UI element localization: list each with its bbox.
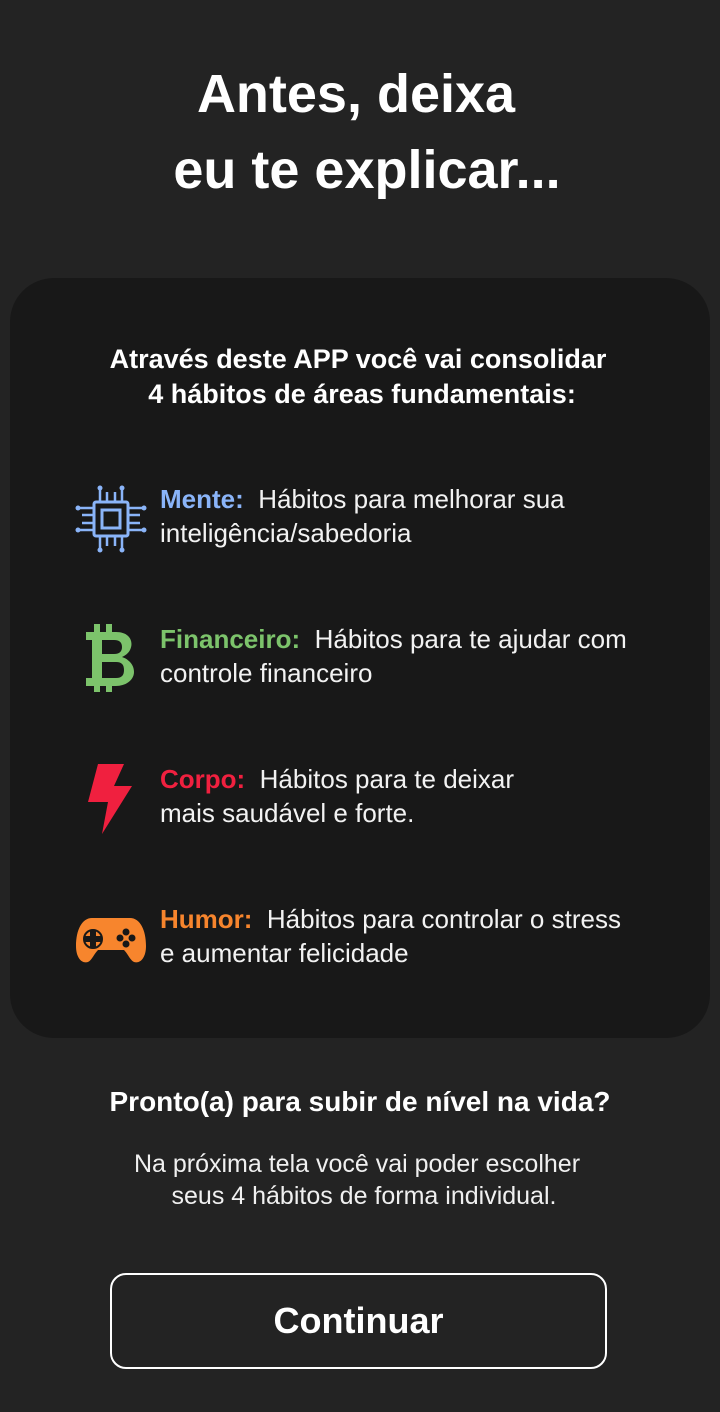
- next-screen-hint: Na próxima tela você vai poder escolher …: [0, 1148, 720, 1212]
- habit-desc-humor-line-1: Hábitos para controlar o stress: [266, 904, 621, 934]
- card-heading-line-1: Através deste APP você vai consolidar: [109, 344, 607, 374]
- habit-name-corpo: Corpo:: [160, 764, 246, 794]
- card-heading-line-2: 4 hábitos de áreas fundamentais:: [148, 379, 576, 409]
- habit-desc-financeiro-line-1: Hábitos para te ajudar com: [314, 624, 627, 654]
- habit-desc-financeiro-line-2: controle financeiro: [160, 658, 373, 688]
- habit-name-financeiro: Financeiro:: [160, 624, 301, 654]
- habit-desc-corpo-line-2: mais saudável e forte.: [160, 798, 415, 828]
- next-screen-hint-line-2: seus 4 hábitos de forma individual.: [171, 1182, 557, 1210]
- habit-desc-humor-line-2: e aumentar felicidade: [160, 938, 409, 968]
- continue-button[interactable]: Continuar: [110, 1273, 607, 1369]
- next-screen-hint-line-1: Na próxima tela você vai poder escolher: [133, 1150, 581, 1178]
- title-line-2: eu te explicar...: [173, 140, 561, 200]
- habit-text-financeiro: Financeiro: Hábitos para te ajudar com c…: [160, 622, 680, 690]
- gamepad-icon: [74, 902, 148, 976]
- title-line-1: Antes, deixa: [196, 64, 516, 124]
- habit-item-mente: Mente: Hábitos para melhorar sua intelig…: [74, 482, 694, 562]
- explanation-screen: Antes, deixa eu te explicar... Através d…: [0, 0, 720, 1412]
- habit-desc-mente-line-2: inteligência/sabedoria: [160, 518, 412, 548]
- habit-item-financeiro: Financeiro: Hábitos para te ajudar com c…: [74, 622, 694, 702]
- ready-question: Pronto(a) para subir de nível na vida?: [109, 1086, 611, 1117]
- habit-desc-mente-line-1: Hábitos para melhorar sua: [258, 484, 565, 514]
- habit-text-humor: Humor: Hábitos para controlar o stress e…: [160, 902, 680, 970]
- habit-item-corpo: Corpo: Hábitos para te deixar mais saudá…: [74, 762, 694, 842]
- habit-text-corpo: Corpo: Hábitos para te deixar mais saudá…: [160, 762, 680, 830]
- habit-item-humor: Humor: Hábitos para controlar o stress e…: [74, 902, 694, 982]
- habit-name-mente: Mente:: [160, 484, 244, 514]
- bitcoin-icon: [74, 622, 148, 696]
- habit-text-mente: Mente: Hábitos para melhorar sua intelig…: [160, 482, 680, 550]
- lightning-bolt-icon: [74, 762, 148, 836]
- cpu-chip-icon: [74, 482, 148, 556]
- habit-desc-corpo-line-1: Hábitos para te deixar: [259, 764, 515, 794]
- card-heading: Através deste APP você vai consolidar 4 …: [0, 342, 716, 412]
- habit-name-humor: Humor:: [160, 904, 253, 934]
- page-title: Antes, deixa eu te explicar...: [0, 56, 720, 208]
